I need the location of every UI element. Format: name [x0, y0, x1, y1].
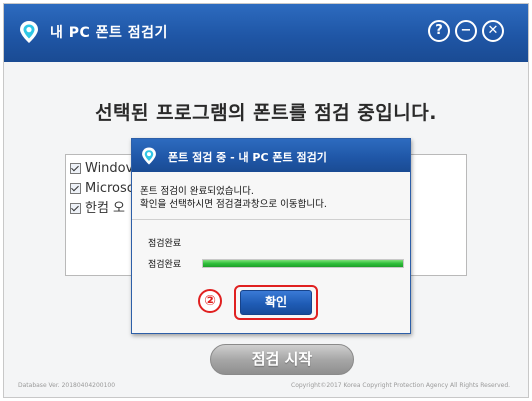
database-version: Database Ver. 20180404200100: [18, 382, 116, 389]
status-headline: 선택된 프로그램의 폰트를 점검 중입니다.: [95, 102, 437, 124]
dialog-message-line: 폰트 점검이 완료되었습니다.: [140, 186, 254, 197]
start-check-button[interactable]: 점검 시작: [210, 344, 354, 375]
close-icon: ✕: [487, 23, 499, 38]
dialog-titlebar: 폰트 점검 중 - 내 PC 폰트 점검기: [132, 139, 410, 172]
checkbox[interactable]: [70, 183, 81, 194]
main-titlebar: 내 PC 폰트 점검기 ? − ✕: [4, 4, 528, 62]
help-icon: ?: [435, 23, 443, 38]
status-label: 점검완료: [148, 239, 182, 249]
progress-fill: [203, 260, 403, 267]
dialog-title: 폰트 점검 중 - 내 PC 폰트 점검기: [168, 151, 327, 164]
help-button[interactable]: ?: [428, 20, 450, 42]
list-item[interactable]: 한컴 오: [70, 199, 125, 219]
progress-bar: [202, 259, 404, 268]
status-label: 점검완료: [148, 260, 182, 270]
list-item-label: Microsc: [85, 181, 134, 196]
minimize-button[interactable]: −: [455, 20, 477, 42]
list-item[interactable]: Microsc: [70, 179, 134, 199]
minus-icon: −: [460, 23, 472, 38]
list-item-label: 한컴 오: [85, 201, 126, 216]
list-item-label: Windov: [85, 161, 134, 176]
confirm-button[interactable]: 확인: [240, 290, 312, 315]
app-logo-icon: [20, 21, 38, 43]
app-title: 내 PC 폰트 점검기: [50, 25, 168, 41]
completion-dialog: 폰트 점검 중 - 내 PC 폰트 점검기 폰트 점검이 완료되었습니다. 확인…: [131, 138, 411, 334]
list-item[interactable]: Windov: [70, 159, 133, 179]
checkbox[interactable]: [70, 163, 81, 174]
copyright-notice: Copyright©2017 Korea Copyright Protectio…: [291, 382, 511, 389]
step-marker: ②: [198, 289, 222, 313]
close-button[interactable]: ✕: [482, 20, 504, 42]
dialog-divider: [132, 219, 410, 220]
checkbox[interactable]: [70, 203, 81, 214]
dialog-logo-icon: [142, 147, 156, 165]
dialog-message: 폰트 점검이 완료되었습니다. 확인을 선택하시면 점검결과창으로 이동합니다.: [140, 185, 405, 211]
dialog-message-line: 확인을 선택하시면 점검결과창으로 이동합니다.: [140, 199, 327, 210]
